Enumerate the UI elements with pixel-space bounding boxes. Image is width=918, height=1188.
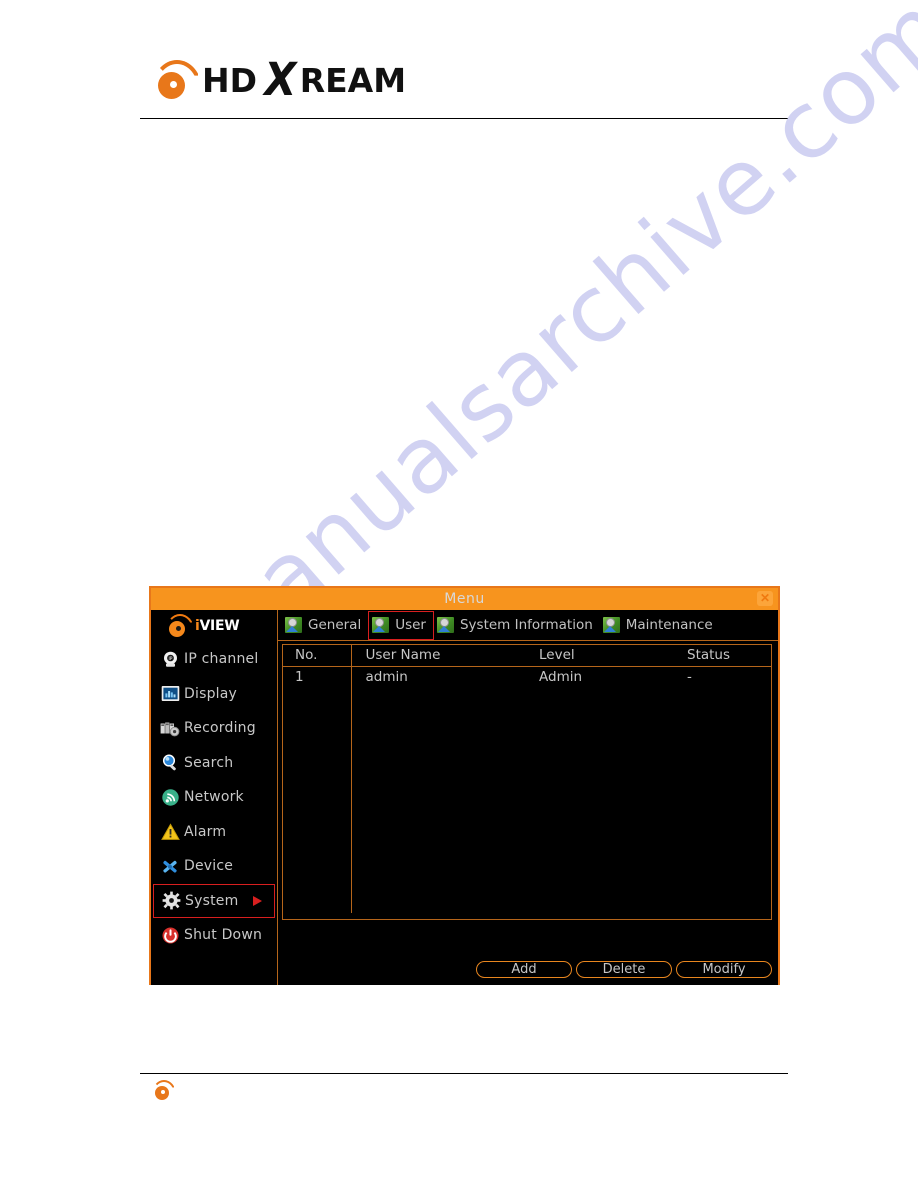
footer-divider	[140, 1073, 788, 1074]
table-body: 1 admin Admin -	[283, 666, 771, 913]
tab-system-information[interactable]: System Information	[434, 611, 600, 640]
settings-icon	[285, 617, 302, 633]
iview-wordmark: iVIEW	[195, 618, 240, 634]
tab-label: General	[308, 617, 362, 633]
empty-cell	[671, 688, 771, 913]
brand-logo: HD X REAM	[140, 52, 788, 108]
brand-wordmark: HD X REAM	[202, 53, 407, 106]
sidebar-item-label: Recording	[184, 720, 256, 737]
table-header-row: No. User Name Level Status	[283, 645, 771, 666]
column-header-level: Level	[539, 646, 575, 663]
tab-user[interactable]: User	[368, 610, 434, 640]
settings-icon	[372, 617, 390, 633]
settings-icon	[602, 617, 620, 633]
footer-eye-icon	[152, 1080, 176, 1102]
brand-prefix: HD	[202, 60, 258, 100]
content-pane: General User System Information Maintena…	[278, 610, 778, 985]
tape-icon	[160, 718, 180, 738]
wrench-icon	[160, 856, 180, 876]
tab-bar: General User System Information Maintena…	[278, 610, 778, 641]
user-table-container: No. User Name Level Status 1 admin Admin…	[282, 644, 772, 920]
sidebar-item-label: Network	[184, 789, 244, 806]
user-table: No. User Name Level Status 1 admin Admin…	[283, 645, 771, 913]
sidebar-item-device[interactable]: Device	[151, 849, 277, 884]
sidebar-item-label: IP channel	[184, 651, 259, 668]
brand-suffix: REAM	[299, 60, 407, 100]
dialog-title: Menu	[444, 591, 485, 607]
sidebar-item-label: Alarm	[184, 823, 227, 840]
sidebar-item-system[interactable]: System	[153, 883, 275, 918]
column-header-user-name: User Name	[365, 646, 441, 663]
empty-cell	[283, 688, 352, 913]
gear-icon	[161, 891, 181, 911]
menu-dialog: Menu ✕ iVIEW IP IP channel Display Recor…	[149, 586, 780, 985]
iview-view: VIEW	[199, 618, 240, 634]
eye-logo-icon	[150, 59, 202, 101]
modify-button[interactable]: Modify	[676, 961, 772, 978]
warning-triangle-icon	[160, 822, 180, 842]
header-divider	[140, 118, 788, 119]
column-header-status: Status	[687, 646, 731, 663]
iview-eye-icon	[165, 614, 194, 638]
cell-status: -	[687, 668, 692, 685]
sidebar: iVIEW IP IP channel Display Recording Se…	[151, 610, 278, 985]
empty-cell	[351, 688, 521, 913]
sidebar-item-ip-channel[interactable]: IP IP channel	[151, 642, 277, 677]
tab-label: Maintenance	[625, 617, 713, 633]
sidebar-item-recording[interactable]: Recording	[151, 711, 277, 746]
sidebar-item-alarm[interactable]: Alarm	[151, 815, 277, 850]
sidebar-item-label: Search	[184, 754, 234, 771]
sidebar-brand: iVIEW	[151, 610, 277, 642]
sidebar-item-label: Display	[184, 685, 238, 702]
close-icon[interactable]: ✕	[757, 591, 773, 606]
column-header-no: No.	[283, 645, 352, 666]
picture-icon	[160, 684, 180, 704]
page-header: HD X REAM	[140, 52, 788, 120]
dialog-body: iVIEW IP IP channel Display Recording Se…	[151, 610, 778, 985]
sidebar-item-network[interactable]: Network	[151, 780, 277, 815]
add-button[interactable]: Add	[476, 961, 572, 978]
settings-icon	[436, 617, 454, 633]
sidebar-item-label: Shut Down	[184, 927, 263, 944]
sidebar-item-shut-down[interactable]: Shut Down	[151, 918, 277, 953]
dialog-titlebar: Menu ✕	[151, 588, 778, 610]
network-icon	[160, 787, 180, 807]
chevron-right-icon	[253, 895, 262, 906]
tab-label: User	[395, 617, 426, 633]
cell-user-name: admin	[365, 668, 408, 685]
empty-cell	[521, 688, 671, 913]
tab-general[interactable]: General	[282, 611, 368, 640]
power-icon	[160, 925, 180, 945]
cell-no: 1	[283, 666, 352, 688]
table-row[interactable]: 1 admin Admin -	[283, 666, 771, 688]
tab-maintenance[interactable]: Maintenance	[600, 611, 720, 640]
brand-x-glyph: X	[264, 53, 297, 106]
camera-icon: IP	[160, 649, 180, 669]
sidebar-item-display[interactable]: Display	[151, 677, 277, 712]
delete-button[interactable]: Delete	[576, 961, 672, 978]
cell-level: Admin	[539, 668, 583, 685]
table-header: No. User Name Level Status	[283, 645, 771, 666]
sidebar-item-label: System	[185, 892, 239, 909]
table-empty-area	[283, 688, 771, 913]
svg-text:IP: IP	[168, 656, 172, 662]
tab-label: System Information	[459, 617, 593, 633]
magnifier-icon	[160, 753, 180, 773]
action-button-row: Add Delete Modify	[278, 961, 772, 978]
sidebar-item-search[interactable]: Search	[151, 746, 277, 781]
sidebar-item-label: Device	[184, 858, 234, 875]
